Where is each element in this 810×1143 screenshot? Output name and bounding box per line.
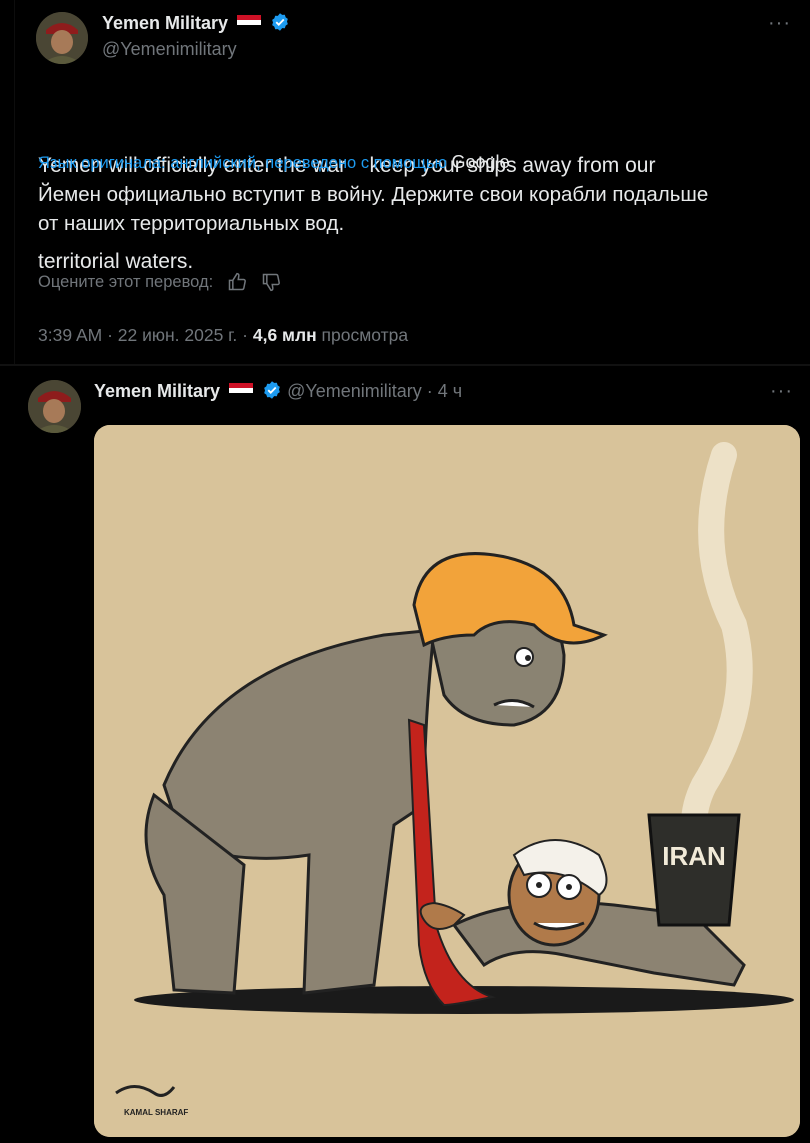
display-name[interactable]: Yemen Military (94, 381, 220, 401)
translated-text-line: Йемен официально вступит в войну. Держит… (38, 183, 709, 206)
google-logo: Google (451, 152, 510, 172)
tweet-image[interactable]: IRAN KAMAL SHARAF (94, 425, 800, 1137)
avatar[interactable] (36, 12, 88, 64)
divider (0, 364, 810, 366)
thumbs-down-icon[interactable] (261, 272, 281, 292)
verified-badge-icon (272, 13, 288, 31)
yemen-flag-icon (237, 15, 262, 30)
divider (14, 0, 15, 364)
translated-text-line: от наших территориальных вод. (38, 212, 345, 235)
rate-translation: Оцените этот перевод: (38, 272, 281, 292)
display-name[interactable]: Yemen Military (102, 13, 228, 33)
yemen-flag-icon (229, 383, 254, 398)
avatar[interactable] (28, 380, 81, 433)
translation-label[interactable]: Язык оригинала: английский, переведено с… (38, 154, 447, 172)
post-time[interactable]: · 4 ч (427, 381, 462, 401)
timestamp[interactable]: 3:39 AM · 22 июн. 2025 г. · (38, 325, 248, 345)
views-count: 4,6 млн (252, 325, 317, 345)
handle[interactable]: @Yemenimilitary (287, 381, 422, 401)
rate-translation-label: Оцените этот перевод: (38, 272, 214, 291)
translation-notice[interactable]: Язык оригинала: английский, переведено с… (38, 152, 509, 173)
handle[interactable]: @Yemenimilitary (102, 39, 237, 60)
cartoon-illustration: IRAN KAMAL SHARAF (94, 425, 800, 1137)
verified-badge-icon (264, 381, 280, 399)
thumbs-up-icon[interactable] (227, 272, 247, 292)
more-icon[interactable]: ··· (768, 12, 791, 35)
translated-text: Йемен официально вступит в войну. Держит… (38, 180, 708, 238)
more-icon[interactable]: ··· (770, 380, 793, 403)
tweet-meta: 3:39 AM · 22 июн. 2025 г. · 4,6 млн прос… (38, 325, 408, 346)
iran-label: IRAN (662, 841, 726, 871)
artist-signature: KAMAL SHARAF (124, 1108, 188, 1117)
views-label: просмотра (321, 325, 409, 345)
